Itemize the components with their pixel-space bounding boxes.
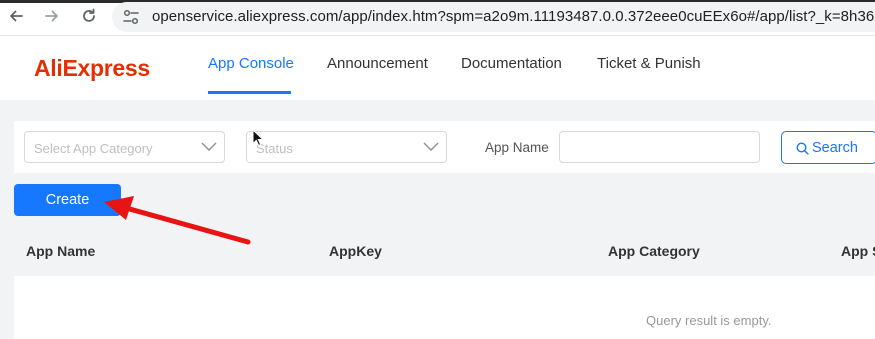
search-button-label: Search (812, 140, 858, 156)
app-name-label: App Name (485, 140, 549, 155)
logo-text: AliExpress (34, 55, 150, 81)
tab-documentation[interactable]: Documentation (461, 55, 562, 72)
mouse-cursor-icon (252, 129, 264, 147)
app-name-input[interactable] (559, 131, 760, 163)
chevron-down-icon (423, 142, 439, 151)
tab-app-console[interactable]: App Console (208, 55, 294, 72)
column-header-app-name[interactable]: App Name (26, 243, 95, 259)
empty-state-text: Query result is empty. (646, 313, 772, 328)
site-settings-icon[interactable] (122, 9, 140, 25)
aliexpress-logo[interactable]: AliExpress (34, 55, 150, 82)
filter-panel: Select App Category Status App Name Sear… (14, 121, 875, 173)
table-body: Query result is empty. (14, 276, 875, 339)
annotation-arrow-icon (104, 196, 251, 245)
active-tab-indicator (208, 91, 291, 94)
search-icon (796, 142, 809, 155)
url-text[interactable]: openservice.aliexpress.com/app/index.htm… (152, 8, 875, 25)
app-category-placeholder: Select App Category (34, 141, 153, 156)
column-header-appkey[interactable]: AppKey (329, 243, 382, 259)
app-header: AliExpress App Console Announcement Docu… (0, 36, 875, 100)
search-button[interactable]: Search (781, 131, 875, 164)
column-header-app-status[interactable]: App S (841, 243, 875, 259)
reload-icon[interactable] (79, 6, 99, 26)
status-select[interactable]: Status (246, 131, 447, 163)
browser-toolbar: openservice.aliexpress.com/app/index.htm… (0, 0, 875, 36)
app-category-select[interactable]: Select App Category (24, 131, 225, 163)
tab-announcement[interactable]: Announcement (327, 55, 428, 72)
address-bar[interactable]: openservice.aliexpress.com/app/index.htm… (112, 2, 875, 32)
tab-ticket-punish[interactable]: Ticket & Punish (597, 55, 701, 72)
arrow-left-icon[interactable] (6, 6, 26, 26)
chevron-down-icon (201, 142, 217, 151)
arrow-right-icon[interactable] (42, 6, 62, 26)
column-header-app-category[interactable]: App Category (608, 243, 700, 259)
